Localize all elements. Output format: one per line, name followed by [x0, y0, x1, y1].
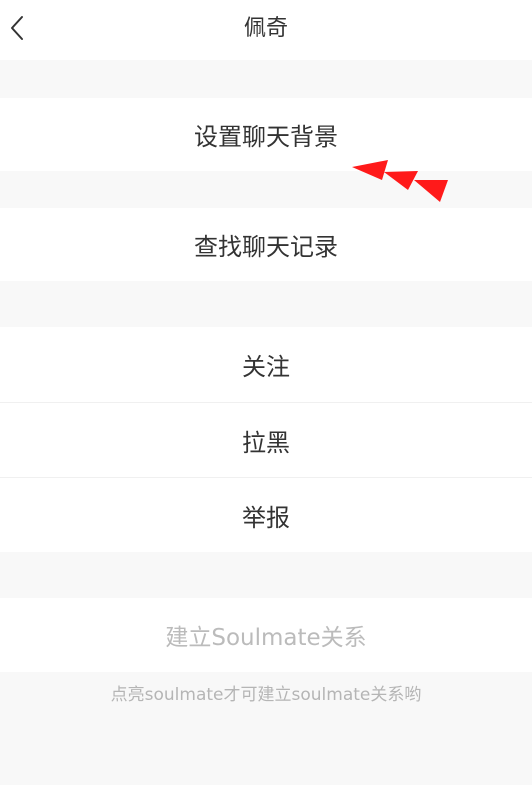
- build-soulmate-button[interactable]: 建立Soulmate关系: [0, 598, 532, 672]
- report-label: 举报: [242, 503, 290, 532]
- follow-label: 关注: [242, 353, 290, 381]
- report-button[interactable]: 举报: [0, 478, 532, 552]
- top-nav-bar: 佩奇: [0, 0, 532, 60]
- block-button[interactable]: 拉黑: [0, 403, 532, 477]
- search-chat-history-label: 查找聊天记录: [194, 233, 338, 261]
- search-chat-history-button[interactable]: 查找聊天记录: [0, 208, 532, 281]
- page-title: 佩奇: [243, 16, 288, 41]
- set-chat-background-button[interactable]: 设置聊天背景: [0, 98, 532, 171]
- follow-button[interactable]: 关注: [0, 327, 532, 402]
- set-chat-background-label: 设置聊天背景: [194, 123, 338, 151]
- build-soulmate-label: 建立Soulmate关系: [165, 625, 367, 651]
- soulmate-hint-text: 点亮soulmate才可建立soulmate关系哟: [110, 685, 422, 705]
- block-label: 拉黑: [242, 428, 290, 457]
